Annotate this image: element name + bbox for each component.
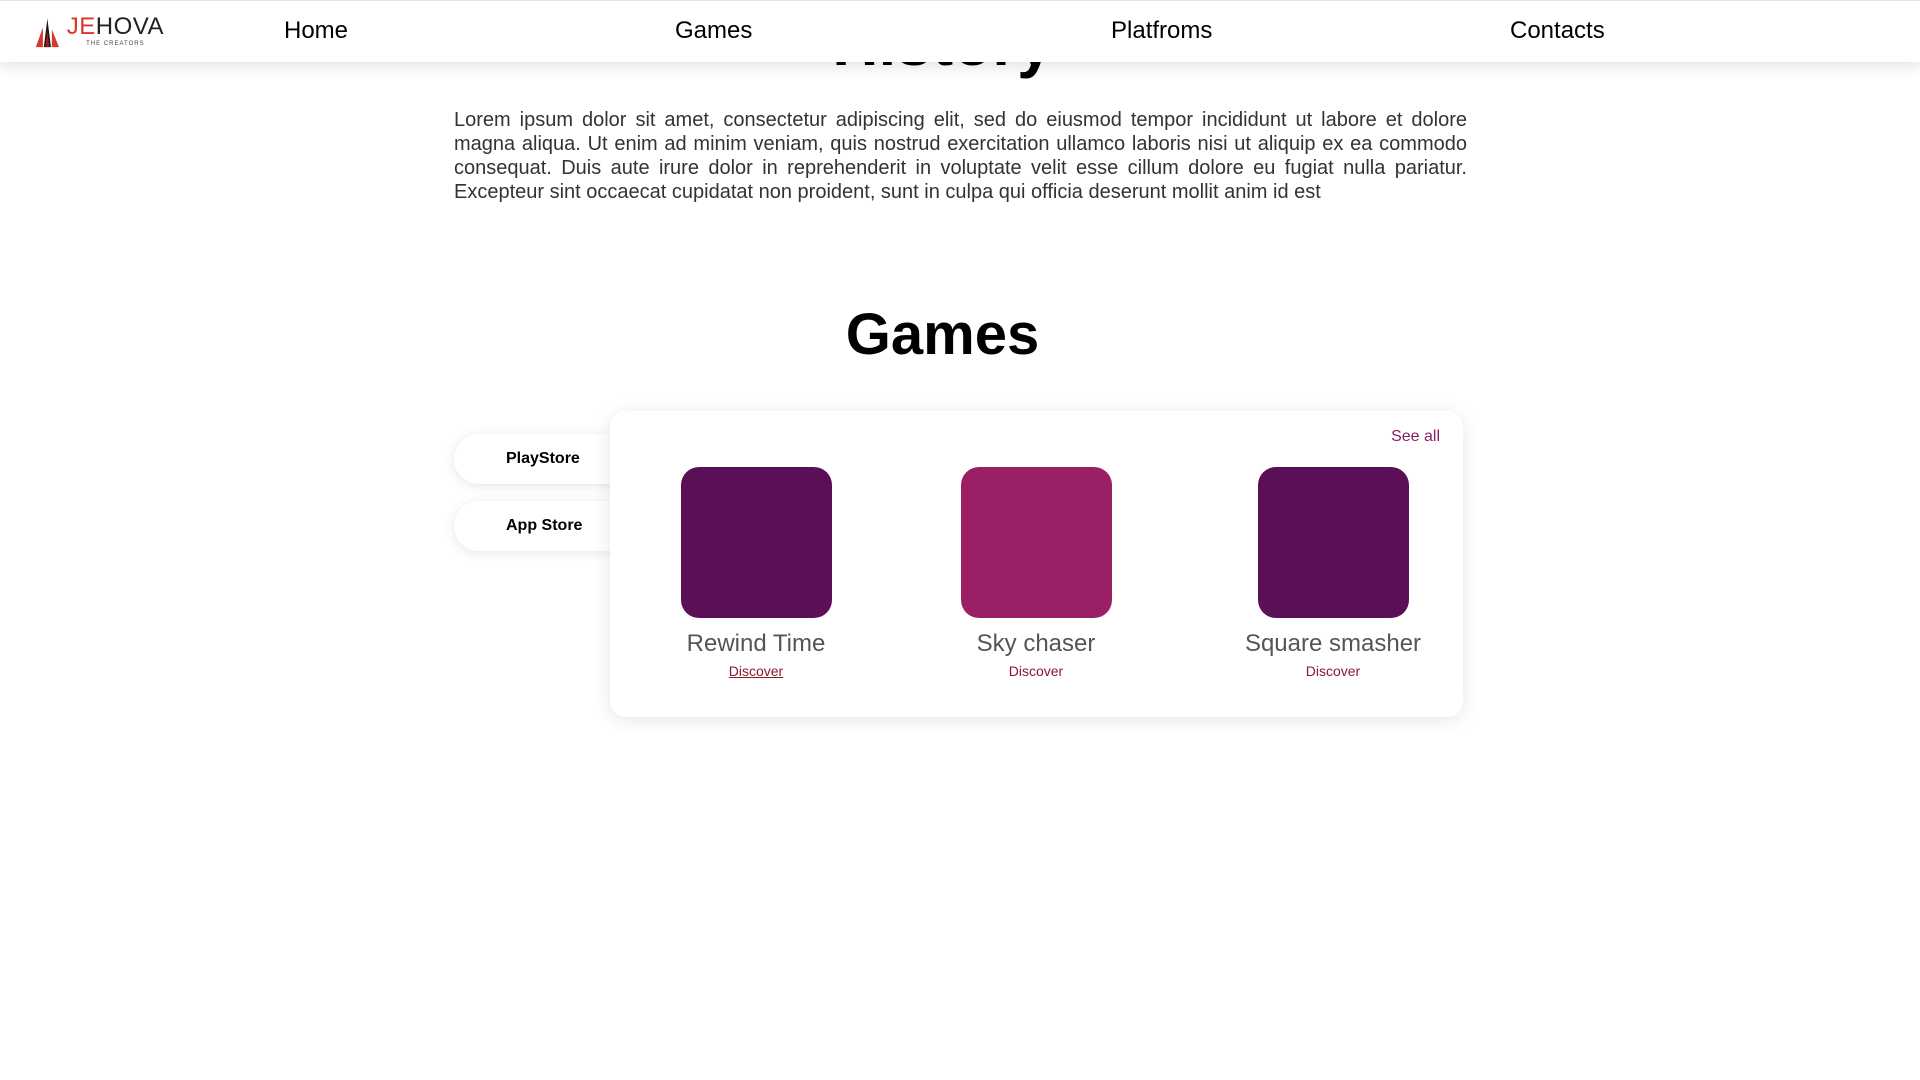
logo-text: JEHOVA xyxy=(67,13,164,41)
discover-link[interactable]: Discover xyxy=(1306,663,1360,679)
nav-platforms[interactable]: Platfroms xyxy=(1111,16,1212,46)
game-title: Sky chaser xyxy=(976,630,1096,657)
nav-contacts[interactable]: Contacts xyxy=(1510,16,1605,46)
game-title: Square smasher xyxy=(1244,630,1422,657)
discover-link[interactable]: Discover xyxy=(1009,663,1063,679)
logo-text-accent: JE xyxy=(66,13,96,40)
games-card: See all Rewind Time Discover Sky chaser … xyxy=(610,411,1463,717)
games-section-title: Games xyxy=(845,302,1040,367)
logo-text-main: HOVA xyxy=(95,13,164,40)
tab-playstore[interactable]: PlayStore xyxy=(454,434,634,484)
game-title: Rewind Time xyxy=(686,630,826,657)
logo[interactable]: JEHOVA THE CREATORS xyxy=(34,13,164,51)
tab-appstore[interactable]: App Store xyxy=(454,501,634,551)
game-item-rewind-time: Rewind Time Discover xyxy=(636,467,876,681)
game-thumbnail[interactable] xyxy=(1257,467,1409,618)
nav-games[interactable]: Games xyxy=(675,16,752,46)
logo-wordmark: JEHOVA THE CREATORS xyxy=(67,13,164,48)
discover-link[interactable]: Discover xyxy=(729,663,783,679)
logo-subtitle: THE CREATORS xyxy=(86,41,145,47)
game-thumbnail[interactable] xyxy=(680,467,832,618)
game-item-sky-chaser: Sky chaser Discover xyxy=(916,467,1156,681)
nav-home[interactable]: Home xyxy=(284,16,348,46)
logo-tower-icon xyxy=(35,18,59,48)
history-paragraph: Lorem ipsum dolor sit amet, consectetur … xyxy=(454,109,1467,203)
top-navbar: JEHOVA THE CREATORS Home Games Platfroms… xyxy=(0,0,1920,62)
game-item-square-smasher: Square smasher Discover xyxy=(1213,467,1453,681)
page: History JEHOVA THE CREATORS Home Games P… xyxy=(0,0,1920,1080)
game-thumbnail[interactable] xyxy=(960,467,1112,618)
see-all-link[interactable]: See all xyxy=(1391,427,1440,447)
